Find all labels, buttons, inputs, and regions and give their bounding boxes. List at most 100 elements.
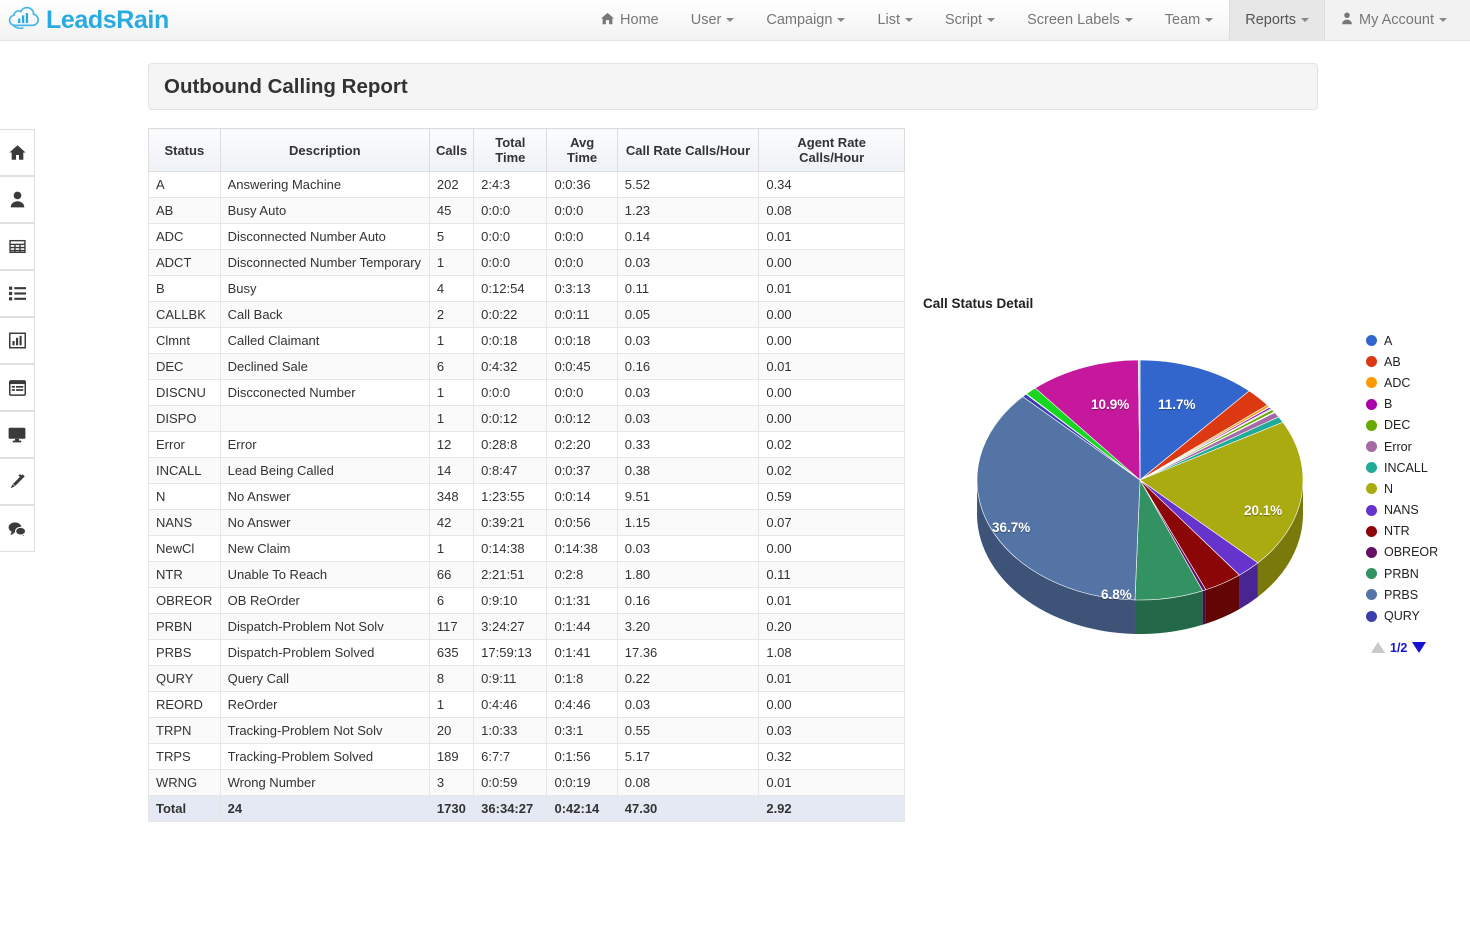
cell-status: ADCT (149, 250, 221, 276)
table-row[interactable]: NNo Answer3481:23:550:0:149.510.59 (149, 484, 905, 510)
table-row[interactable]: REORDReOrder10:4:460:4:460.030.00 (149, 692, 905, 718)
cell-agent-rate: 0.07 (759, 510, 905, 536)
column-header-description[interactable]: Description (220, 129, 429, 172)
cell-avg-time: 0:1:31 (547, 588, 617, 614)
legend-color-swatch-icon (1366, 547, 1377, 558)
legend-item-adc[interactable]: ADC (1366, 372, 1466, 393)
sidebar-item-grid[interactable] (0, 223, 35, 270)
legend-item-prbn[interactable]: PRBN (1366, 563, 1466, 584)
legend-item-nans[interactable]: NANS (1366, 500, 1466, 521)
sidebar-item-chat[interactable] (0, 505, 35, 552)
table-row[interactable]: ABBusy Auto450:0:00:0:01.230.08 (149, 198, 905, 224)
cell-calls: 6 (429, 588, 473, 614)
sidebar-item-user[interactable] (0, 176, 35, 223)
column-header-agent-rate[interactable]: Agent Rate Calls/Hour (759, 129, 905, 172)
total-cell-description: 24 (220, 796, 429, 822)
nav-item-reports-label: Reports (1245, 12, 1296, 28)
cell-calls: 1 (429, 328, 473, 354)
cell-agent-rate: 0.01 (759, 770, 905, 796)
total-cell-total-time: 36:34:27 (474, 796, 547, 822)
cell-avg-time: 0:2:8 (547, 562, 617, 588)
column-header-avg-time[interactable]: Avg Time (547, 129, 617, 172)
table-row[interactable]: QURYQuery Call80:9:110:1:80.220.01 (149, 666, 905, 692)
cell-calls: 20 (429, 718, 473, 744)
table-row[interactable]: DISPO10:0:120:0:120.030.00 (149, 406, 905, 432)
table-row[interactable]: TRPSTracking-Problem Solved1896:7:70:1:5… (149, 744, 905, 770)
cell-description: Call Back (220, 302, 429, 328)
nav-item-home[interactable]: Home (585, 0, 675, 40)
cell-total-time: 1:0:33 (474, 718, 547, 744)
cell-call-rate: 0.33 (617, 432, 759, 458)
sidebar-item-reports[interactable] (0, 317, 35, 364)
cell-status: TRPN (149, 718, 221, 744)
nav-item-script[interactable]: Script (929, 0, 1011, 40)
nav-item-reports[interactable]: Reports (1229, 0, 1325, 40)
sidebar-item-list[interactable] (0, 270, 35, 317)
legend-item-b[interactable]: B (1366, 394, 1466, 415)
nav-item-screen-labels[interactable]: Screen Labels (1011, 0, 1149, 40)
sidebar-item-records[interactable] (0, 364, 35, 411)
nav-item-campaign[interactable]: Campaign (750, 0, 861, 40)
table-row[interactable]: NewClNew Claim10:14:380:14:380.030.00 (149, 536, 905, 562)
table-row[interactable]: ADCDisconnected Number Auto50:0:00:0:00.… (149, 224, 905, 250)
legend-item-ntr[interactable]: NTR (1366, 521, 1466, 542)
cell-total-time: 0:9:10 (474, 588, 547, 614)
table-row[interactable]: AAnswering Machine2022:4:30:0:365.520.34 (149, 172, 905, 198)
cell-avg-time: 0:0:0 (547, 198, 617, 224)
legend-item-n[interactable]: N (1366, 478, 1466, 499)
cell-agent-rate: 0.01 (759, 224, 905, 250)
table-row[interactable]: NTRUnable To Reach662:21:510:2:81.800.11 (149, 562, 905, 588)
sidebar-item-home[interactable] (0, 129, 35, 176)
table-row[interactable]: WRNGWrong Number30:0:590:0:190.080.01 (149, 770, 905, 796)
cell-description: No Answer (220, 510, 429, 536)
nav-item-team[interactable]: Team (1149, 0, 1229, 40)
cell-total-time: 0:0:18 (474, 328, 547, 354)
legend-item-dec[interactable]: DEC (1366, 415, 1466, 436)
legend-item-a[interactable]: A (1366, 330, 1466, 351)
nav-item-list[interactable]: List (861, 0, 929, 40)
table-row[interactable]: PRBSDispatch-Problem Solved63517:59:130:… (149, 640, 905, 666)
legend-item-label: AB (1384, 355, 1401, 369)
sidebar-item-tools[interactable] (0, 458, 35, 505)
cell-description: Lead Being Called (220, 458, 429, 484)
table-row[interactable]: TRPNTracking-Problem Not Solv201:0:330:3… (149, 718, 905, 744)
table-row[interactable]: INCALLLead Being Called140:8:470:0:370.3… (149, 458, 905, 484)
cell-avg-time: 0:0:0 (547, 250, 617, 276)
table-row[interactable]: OBREOROB ReOrder60:9:100:1:310.160.01 (149, 588, 905, 614)
column-header-calls[interactable]: Calls (429, 129, 473, 172)
legend-item-prbs[interactable]: PRBS (1366, 584, 1466, 605)
sidebar-item-screen[interactable] (0, 411, 35, 458)
legend-item-incall[interactable]: INCALL (1366, 457, 1466, 478)
legend-item-ab[interactable]: AB (1366, 351, 1466, 372)
column-header-call-rate[interactable]: Call Rate Calls/Hour (617, 129, 759, 172)
nav-item-user[interactable]: User (675, 0, 751, 40)
total-cell-agent-rate: 2.92 (759, 796, 905, 822)
nav-item-my-account[interactable]: My Account (1325, 0, 1470, 40)
cell-total-time: 0:14:38 (474, 536, 547, 562)
table-row[interactable]: NANSNo Answer420:39:210:0:561.150.07 (149, 510, 905, 536)
cell-description: Disconnected Number Temporary (220, 250, 429, 276)
table-row[interactable]: ClmntCalled Claimant10:0:180:0:180.030.0… (149, 328, 905, 354)
legend-prev-page-icon[interactable] (1371, 642, 1385, 653)
table-row[interactable]: ADCTDisconnected Number Temporary10:0:00… (149, 250, 905, 276)
legend-item-qury[interactable]: QURY (1366, 605, 1466, 626)
table-row[interactable]: DISCNUDiscconected Number10:0:00:0:00.03… (149, 380, 905, 406)
legend-item-obreor[interactable]: OBREOR (1366, 542, 1466, 563)
table-row[interactable]: DECDeclined Sale60:4:320:0:450.160.01 (149, 354, 905, 380)
cell-agent-rate: 0.01 (759, 354, 905, 380)
cell-total-time: 0:0:0 (474, 250, 547, 276)
cell-status: DEC (149, 354, 221, 380)
legend-item-error[interactable]: Error (1366, 436, 1466, 457)
pie-chart-svg[interactable] (970, 335, 1310, 645)
table-row[interactable]: PRBNDispatch-Problem Not Solv1173:24:270… (149, 614, 905, 640)
chevron-down-icon (837, 18, 845, 22)
legend-next-page-icon[interactable] (1412, 642, 1426, 653)
total-cell-call-rate: 47.30 (617, 796, 759, 822)
column-header-total-time[interactable]: Total Time (474, 129, 547, 172)
brand-logo-link[interactable]: LeadsRain (0, 0, 169, 40)
cell-description: Unable To Reach (220, 562, 429, 588)
table-row[interactable]: ErrorError120:28:80:2:200.330.02 (149, 432, 905, 458)
column-header-status[interactable]: Status (149, 129, 221, 172)
table-row[interactable]: BBusy40:12:540:3:130.110.01 (149, 276, 905, 302)
table-row[interactable]: CALLBKCall Back20:0:220:0:110.050.00 (149, 302, 905, 328)
